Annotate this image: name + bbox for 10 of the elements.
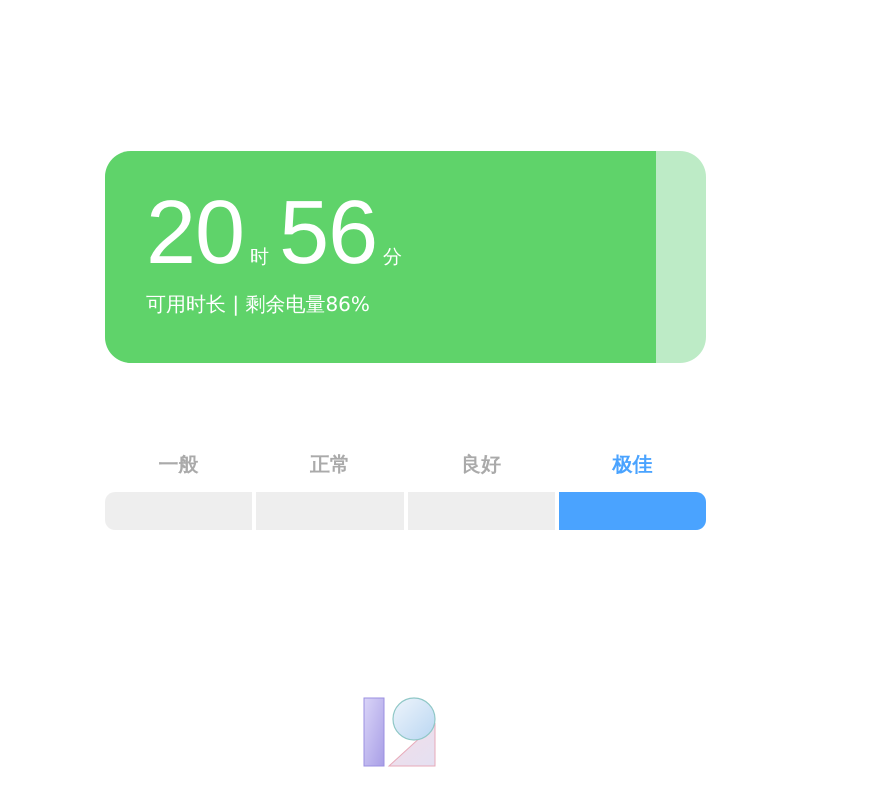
rating-label: 正常 xyxy=(310,451,350,477)
rating-label: 一般 xyxy=(158,451,199,477)
battery-caption: 可用时长 | 剩余电量86% xyxy=(146,291,371,318)
rating-label: 良好 xyxy=(461,451,502,477)
rating-label: 极佳 xyxy=(612,451,652,477)
hours-unit: 时 xyxy=(250,245,270,270)
minutes-value: 56 xyxy=(279,187,378,279)
hours-value: 20 xyxy=(146,187,244,279)
minutes-unit: 分 xyxy=(383,245,402,270)
logo-icon xyxy=(363,696,437,768)
